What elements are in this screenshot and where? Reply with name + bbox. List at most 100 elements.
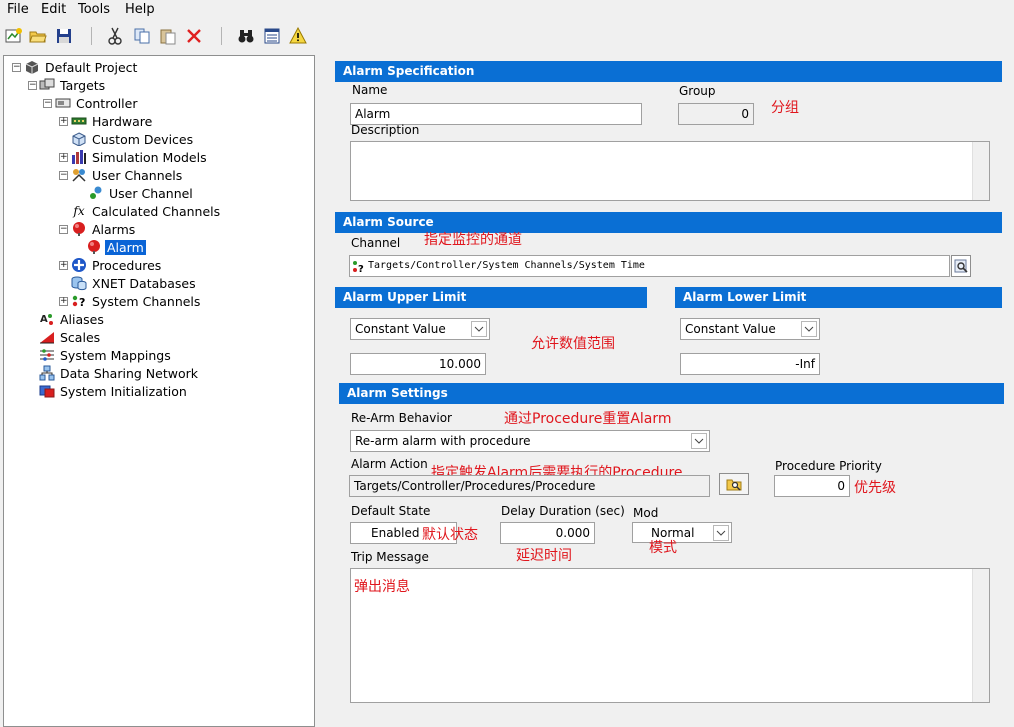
section-alarm-specification: Alarm Specification — [335, 61, 1002, 82]
annotation-mode: 模式 — [649, 540, 677, 556]
tree-item-system-initialization[interactable]: System Initialization — [39, 382, 189, 400]
delay-duration-input[interactable]: 0.000 — [500, 522, 595, 544]
menu-edit[interactable]: Edit — [41, 2, 66, 17]
open-folder-icon[interactable] — [28, 26, 48, 46]
tree-item-procedures[interactable]: Procedures — [71, 256, 163, 274]
tree-item-simulation-models[interactable]: Simulation Models — [71, 148, 209, 166]
tree-item-controller[interactable]: Controller — [55, 94, 140, 112]
expander-hardware[interactable]: + — [59, 117, 68, 126]
browse-channel-button[interactable] — [951, 255, 971, 277]
expander-user-channels[interactable]: − — [59, 171, 68, 180]
svg-text:?: ? — [79, 296, 85, 309]
tree-item-alarms[interactable]: Alarms — [71, 220, 137, 238]
upper-limit-mode-select[interactable]: Constant Value — [350, 318, 490, 340]
procedure-priority-label: Procedure Priority — [775, 459, 882, 473]
svg-text:A: A — [40, 314, 48, 325]
tree-item-aliases[interactable]: A Aliases — [39, 310, 106, 328]
copy-icon[interactable] — [132, 26, 152, 46]
paste-icon[interactable] — [158, 26, 178, 46]
tree-item-system-mappings[interactable]: System Mappings — [39, 346, 173, 364]
mode-select[interactable]: Normal — [632, 522, 732, 543]
annotation-rearm: 通过Procedure重置Alarm — [504, 411, 672, 427]
targets-icon — [39, 77, 55, 93]
user-channel-icon — [88, 185, 104, 201]
channel-indicator-icon: ? — [352, 260, 366, 276]
tree-item-custom-devices[interactable]: Custom Devices — [71, 130, 195, 148]
aliases-icon: A — [39, 311, 55, 327]
alarm-action-label: Alarm Action — [351, 457, 428, 471]
annotation-delay: 延迟时间 — [516, 548, 572, 564]
name-label: Name — [352, 83, 388, 97]
menu-file[interactable]: File — [7, 2, 29, 17]
expander-system-channels[interactable]: + — [59, 297, 68, 306]
expander-alarms[interactable]: − — [59, 225, 68, 234]
cut-icon[interactable] — [105, 26, 125, 46]
tree-item-targets[interactable]: Targets — [39, 76, 107, 94]
tree-item-xnet-databases[interactable]: XNET Databases — [71, 274, 198, 292]
new-project-icon[interactable] — [3, 26, 23, 46]
delete-icon[interactable] — [184, 26, 204, 46]
tree-item-scales[interactable]: Scales — [39, 328, 102, 346]
rearm-label: Re-Arm Behavior — [351, 411, 452, 425]
tree-item-user-channels[interactable]: User Channels — [71, 166, 184, 184]
function-fx-icon: fx — [73, 204, 85, 218]
chevron-down-icon[interactable] — [691, 433, 707, 449]
warning-icon[interactable] — [288, 26, 308, 46]
properties-list-icon[interactable] — [262, 26, 282, 46]
simulation-models-icon — [71, 149, 87, 165]
tree-item-hardware[interactable]: Hardware — [71, 112, 154, 130]
tree-item-user-channel[interactable]: User Channel — [88, 184, 195, 202]
lower-limit-mode-value: Constant Value — [685, 322, 776, 336]
description-scrollbar[interactable] — [972, 142, 989, 200]
annotation-trip: 弹出消息 — [354, 579, 410, 595]
system-initialization-icon — [39, 383, 55, 399]
menu-tools[interactable]: Tools — [78, 2, 110, 17]
controller-icon — [55, 95, 71, 111]
find-binoculars-icon[interactable] — [236, 26, 256, 46]
expander-targets[interactable]: − — [28, 81, 37, 90]
chevron-down-icon[interactable] — [713, 525, 729, 541]
chevron-down-icon[interactable] — [471, 321, 487, 337]
annotation-limits: 允许数值范围 — [531, 336, 615, 352]
browse-folder-search-icon — [726, 479, 742, 491]
alarm-action-input[interactable]: Targets/Controller/Procedures/Procedure — [349, 475, 710, 497]
tree-item-alarm[interactable]: Alarm — [86, 238, 146, 256]
annotation-priority: 优先级 — [854, 480, 896, 496]
tree-item-system-channels[interactable]: ? System Channels — [71, 292, 202, 310]
save-icon[interactable] — [54, 26, 74, 46]
expander-controller[interactable]: − — [43, 99, 52, 108]
upper-limit-value-input[interactable]: 10.000 — [350, 353, 486, 375]
browse-procedure-button[interactable] — [719, 473, 749, 495]
network-icon — [39, 365, 55, 381]
section-alarm-lower-limit: Alarm Lower Limit — [675, 287, 1002, 308]
menu-bar: File Edit Tools Help — [0, 0, 1014, 20]
menu-help[interactable]: Help — [125, 2, 155, 17]
group-input[interactable]: 0 — [678, 103, 754, 125]
name-input[interactable]: Alarm — [350, 103, 642, 125]
channel-path-input[interactable]: ? Targets/Controller/System Channels/Sys… — [349, 255, 950, 277]
lower-limit-value-input[interactable]: -Inf — [680, 353, 820, 375]
description-textarea[interactable] — [350, 141, 990, 201]
chevron-down-icon[interactable] — [801, 321, 817, 337]
section-alarm-settings: Alarm Settings — [339, 383, 1004, 404]
expander-root[interactable]: − — [12, 63, 21, 72]
channel-path-text: Targets/Controller/System Channels/Syste… — [368, 260, 645, 271]
rearm-behavior-value: Re-arm alarm with procedure — [355, 434, 531, 448]
trip-message-textarea[interactable] — [350, 568, 990, 703]
trip-message-scrollbar[interactable] — [972, 569, 989, 702]
procedures-icon — [71, 257, 87, 273]
expander-procedures[interactable]: + — [59, 261, 68, 270]
default-state-label: Default State — [351, 504, 431, 518]
alarms-bell-icon — [71, 221, 87, 237]
expander-simulation-models[interactable]: + — [59, 153, 68, 162]
project-tree[interactable]: − Default Project − Targets − Controller… — [3, 55, 315, 727]
rearm-behavior-select[interactable]: Re-arm alarm with procedure — [350, 430, 710, 452]
scales-icon — [39, 329, 55, 345]
tree-item-default-project[interactable]: Default Project — [24, 58, 139, 76]
tree-item-calculated-channels[interactable]: fx Calculated Channels — [71, 202, 222, 220]
project-cube-icon — [24, 59, 40, 75]
tree-item-data-sharing-network[interactable]: Data Sharing Network — [39, 364, 200, 382]
lower-limit-mode-select[interactable]: Constant Value — [680, 318, 820, 340]
mode-label: Mod — [633, 506, 659, 520]
procedure-priority-input[interactable]: 0 — [774, 475, 850, 497]
